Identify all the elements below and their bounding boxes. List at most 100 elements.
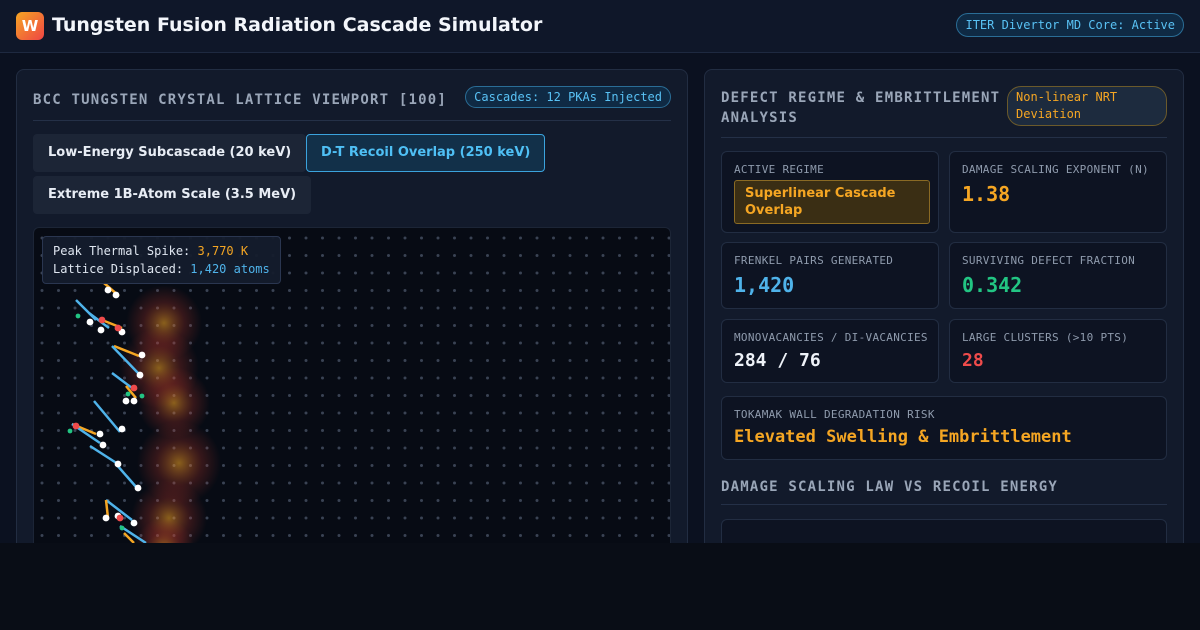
lattice-site (387, 429, 390, 432)
lattice-site (469, 499, 473, 502)
lattice-site (585, 341, 588, 345)
lattice-site (337, 516, 341, 520)
tab-dt-recoil-overlap[interactable]: D-T Recoil Overlap (250 keV) (306, 134, 546, 172)
lattice-site (271, 429, 275, 432)
tab-low-energy-subcascade[interactable]: Low-Energy Subcascade (20 keV) (33, 134, 307, 172)
lattice-site (519, 429, 522, 432)
lattice-site (436, 376, 440, 380)
lattice-site (57, 534, 60, 537)
lattice-site (634, 411, 638, 415)
recoil-track (93, 400, 121, 433)
lattice-site (469, 271, 473, 275)
vacancy-atom (130, 397, 138, 405)
lattice-site (57, 411, 60, 415)
lattice-site (304, 516, 308, 520)
lattice-site (601, 376, 605, 380)
lattice-site (238, 446, 242, 450)
core-status-badge: ITER Divertor MD Core: Active (956, 13, 1184, 37)
lattice-site (651, 341, 654, 345)
vacancy-atom (112, 291, 120, 299)
lattice-site (90, 341, 93, 345)
lattice-site (420, 324, 423, 327)
lattice-site (238, 499, 242, 502)
lattice-site (453, 341, 456, 345)
lattice-site (568, 499, 572, 502)
viewport-panel-title: BCC TUNGSTEN CRYSTAL LATTICE VIEWPORT [1… (33, 92, 448, 108)
lattice-site (73, 481, 77, 485)
lattice-site (222, 499, 225, 502)
lattice-site (618, 289, 621, 292)
lattice-site (73, 516, 77, 520)
lattice-site (403, 289, 407, 292)
lattice-site (585, 271, 588, 275)
lattice-site (304, 289, 308, 292)
lattice-site (73, 306, 77, 310)
lattice-site (634, 429, 638, 432)
lattice-site (568, 359, 572, 362)
lattice-site (304, 359, 308, 362)
lattice-site (436, 429, 440, 432)
lattice-site (403, 376, 407, 380)
lattice-site (601, 341, 605, 345)
lattice-site (568, 289, 572, 292)
lattice-site (519, 341, 522, 345)
lattice-site (354, 499, 357, 502)
lattice-site (601, 411, 605, 415)
lattice-site (57, 376, 60, 380)
lattice-site (222, 446, 225, 450)
lattice-site (288, 446, 291, 450)
lattice-site (387, 516, 390, 520)
lattice-site (667, 341, 670, 345)
lattice-site (420, 411, 423, 415)
lattice-site (601, 429, 605, 432)
lattice-site (585, 254, 588, 257)
vacancy-atom (104, 286, 112, 294)
lattice-site (238, 464, 242, 467)
lattice-site (304, 446, 308, 450)
lattice-site (436, 289, 440, 292)
lattice-site (387, 534, 390, 537)
lattice-site (387, 324, 390, 327)
lattice-site (502, 271, 506, 275)
lattice-site (453, 446, 456, 450)
lattice-site (354, 481, 357, 485)
lattice-site (403, 429, 407, 432)
lattice-site (387, 411, 390, 415)
lattice-site (519, 499, 522, 502)
lattice-site (634, 376, 638, 380)
lattice-site (634, 359, 638, 362)
lattice-site (387, 464, 390, 467)
tab-extreme-scale[interactable]: Extreme 1B-Atom Scale (3.5 MeV) (33, 176, 312, 214)
lattice-site (552, 429, 555, 432)
active-regime-label: ACTIVE REGIME (734, 163, 824, 176)
lattice-site (420, 341, 423, 345)
lattice-site (222, 341, 225, 345)
lattice-site (469, 341, 473, 345)
vacancy-atom (122, 397, 130, 405)
lattice-site (601, 271, 605, 275)
lattice-site (651, 446, 654, 450)
lattice-site (469, 446, 473, 450)
lattice-viewport-panel: BCC TUNGSTEN CRYSTAL LATTICE VIEWPORT [1… (16, 69, 688, 543)
lattice-site (403, 236, 407, 240)
lattice-site (486, 306, 489, 310)
lattice-site (40, 359, 44, 362)
lattice-site (552, 534, 555, 537)
lattice-site (486, 499, 489, 502)
lattice-site (535, 324, 539, 327)
lattice-viewport-canvas[interactable]: Peak Thermal Spike: 3,770 K Lattice Disp… (33, 227, 671, 543)
lattice-site (634, 534, 638, 537)
lattice-site (519, 289, 522, 292)
lattice-site (552, 411, 555, 415)
lattice-site (519, 376, 522, 380)
divider (721, 137, 1167, 138)
large-clusters-value: 28 (962, 350, 984, 371)
lattice-site (205, 534, 209, 537)
scaling-exponent-value: 1.38 (962, 182, 1011, 206)
lattice-displaced-row: Lattice Displaced: 1,420 atoms (53, 260, 270, 278)
lattice-site (288, 429, 291, 432)
lattice-site (667, 359, 670, 362)
lattice-site (634, 341, 638, 345)
lattice-site (354, 464, 357, 467)
lattice-site (585, 516, 588, 520)
